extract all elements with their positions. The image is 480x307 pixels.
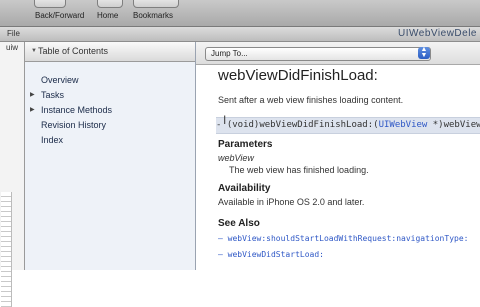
- home-button[interactable]: [97, 0, 123, 8]
- toolbar: Back/Forward Home Bookmarks: [0, 0, 480, 27]
- toc-header[interactable]: ▼ Table of Contents: [25, 42, 195, 62]
- availability-text: Available in iPhone OS 2.0 and later.: [218, 197, 365, 207]
- disclosure-triangle-icon[interactable]: ▼: [31, 48, 37, 54]
- uiwebview-type-link[interactable]: UIWebView: [379, 120, 428, 130]
- jump-bar: Jump To... ▲ ▼: [196, 42, 480, 65]
- window-title: UIWebViewDele: [398, 28, 477, 39]
- doc-content: Jump To... ▲ ▼ webViewDidFinishLoad: Sent…: [196, 42, 480, 270]
- declaration-prefix: - (void)webViewDidFinishLoad:(: [216, 120, 379, 130]
- jump-to-select[interactable]: Jump To... ▲ ▼: [205, 46, 431, 61]
- param-description: The web view has finished loading.: [229, 165, 369, 175]
- see-also-link[interactable]: – webViewDidStartLoad:: [218, 250, 324, 259]
- method-title: webViewDidFinishLoad:: [218, 67, 378, 84]
- expand-triangle-icon[interactable]: ▶: [30, 106, 35, 113]
- parameters-heading: Parameters: [218, 139, 273, 150]
- method-summary: Sent after a web view finishes loading c…: [218, 95, 404, 105]
- editor-strip: uiw: [0, 42, 25, 307]
- toc-item-overview[interactable]: Overview: [41, 75, 79, 85]
- back-forward-label: Back/Forward: [35, 11, 85, 20]
- expand-triangle-icon[interactable]: ▶: [30, 91, 35, 98]
- back-forward-button[interactable]: [34, 0, 66, 8]
- see-also-heading: See Also: [218, 218, 260, 229]
- toc-item-tasks[interactable]: Tasks: [41, 90, 64, 100]
- text-cursor-icon: I: [223, 113, 227, 127]
- see-also-link[interactable]: – webView:shouldStartLoadWithRequest:nav…: [218, 234, 468, 243]
- jump-to-value: Jump To...: [211, 49, 248, 58]
- toc-item-revision-history[interactable]: Revision History: [41, 120, 106, 130]
- select-arrows-icon[interactable]: ▲ ▼: [418, 46, 430, 59]
- window-title-bar: File UIWebViewDele: [0, 27, 480, 42]
- toc-item-instance-methods[interactable]: Instance Methods: [41, 105, 112, 115]
- bookmarks-label: Bookmarks: [133, 11, 174, 20]
- file-menu[interactable]: File: [7, 29, 20, 38]
- editor-gutter: [1, 192, 12, 307]
- availability-heading: Availability: [218, 183, 271, 194]
- editor-text[interactable]: uiw: [6, 43, 18, 52]
- method-declaration: - (void)webViewDidFinishLoad:(UIWebView …: [216, 117, 480, 134]
- toc-title: Table of Contents: [38, 46, 109, 56]
- toc-sidebar: ▼ Table of Contents Overview ▶ Tasks ▶ I…: [25, 42, 196, 270]
- bookmarks-button[interactable]: [133, 0, 179, 8]
- home-label: Home: [97, 11, 119, 20]
- declaration-suffix: *)webView: [427, 120, 480, 130]
- toc-list: Overview ▶ Tasks ▶ Instance Methods Revi…: [25, 62, 195, 270]
- toc-item-index[interactable]: Index: [41, 135, 63, 145]
- param-name: webView: [218, 153, 254, 163]
